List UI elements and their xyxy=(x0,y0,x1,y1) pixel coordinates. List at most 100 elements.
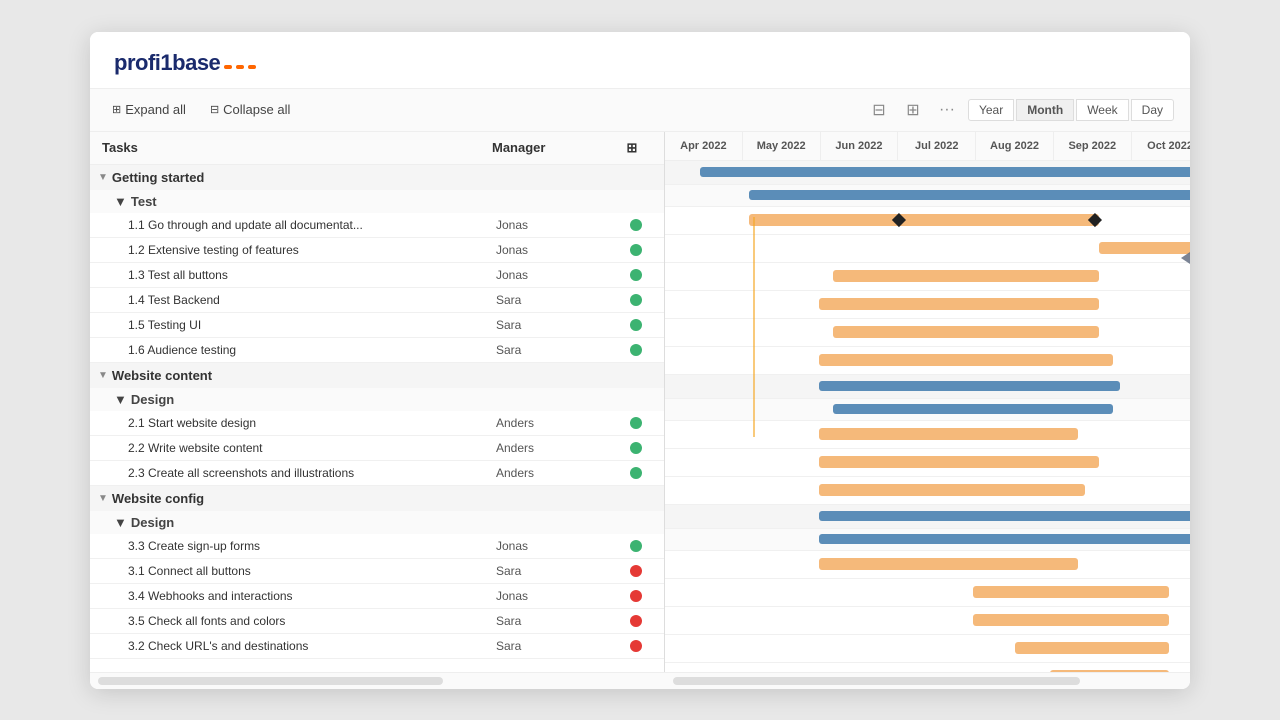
status-badge xyxy=(630,269,642,281)
task-table-header: Tasks Manager ⊞ xyxy=(90,132,664,165)
table-row: 1.1 Go through and update all documentat… xyxy=(90,213,664,238)
status-badge xyxy=(630,640,642,652)
filter-icon[interactable]: ⊟ xyxy=(866,97,892,123)
table-row: 2.2 Write website content Anders xyxy=(90,436,664,461)
manager-column-header: Manager xyxy=(492,140,612,155)
table-row: 3.1 Connect all buttons Sara xyxy=(90,559,664,584)
toolbar-left: ⊞ Expand all ⊟ Collapse all xyxy=(106,100,296,119)
status-column-header: ⊞ xyxy=(612,140,652,156)
expand-icon: ⊞ xyxy=(112,103,121,116)
task-name: 1.5 Testing UI xyxy=(128,318,496,332)
group-website-content[interactable]: ▼ Website content xyxy=(90,363,664,388)
task-manager: Sara xyxy=(496,343,616,357)
gantt-group-row xyxy=(665,505,1190,529)
task-name: 2.3 Create all screenshots and illustrat… xyxy=(128,466,496,480)
task-name: 1.3 Test all buttons xyxy=(128,268,496,282)
task-manager: Jonas xyxy=(496,539,616,553)
expand-all-label: Expand all xyxy=(125,102,186,117)
logo: profi1base xyxy=(114,50,1166,76)
gantt-task-row xyxy=(665,235,1190,263)
table-row: 3.3 Create sign-up forms Jonas xyxy=(90,534,664,559)
subgroup-arrow-icon: ▼ xyxy=(114,392,127,407)
subgroup-label: Design xyxy=(131,392,174,407)
table-row: 1.3 Test all buttons Jonas xyxy=(90,263,664,288)
task-manager: Anders xyxy=(496,416,616,430)
task-manager: Sara xyxy=(496,564,616,578)
status-badge xyxy=(630,615,642,627)
collapse-all-label: Collapse all xyxy=(223,102,290,117)
month-oct: Oct 2022 xyxy=(1132,132,1190,160)
subgroup-design-1[interactable]: ▼ Design xyxy=(90,388,664,411)
gantt-task-row xyxy=(665,347,1190,375)
subgroup-design-2[interactable]: ▼ Design xyxy=(90,511,664,534)
gantt-task-row xyxy=(665,477,1190,505)
status-badge xyxy=(630,565,642,577)
gantt-task-row xyxy=(665,263,1190,291)
month-may: May 2022 xyxy=(743,132,821,160)
table-row: 1.5 Testing UI Sara xyxy=(90,313,664,338)
task-manager: Jonas xyxy=(496,589,616,603)
task-name: 3.3 Create sign-up forms xyxy=(128,539,496,553)
task-manager: Anders xyxy=(496,441,616,455)
table-row: 2.3 Create all screenshots and illustrat… xyxy=(90,461,664,486)
task-manager: Anders xyxy=(496,466,616,480)
task-manager: Jonas xyxy=(496,243,616,257)
gantt-task-row xyxy=(665,207,1190,235)
group-arrow-icon: ▼ xyxy=(98,370,108,381)
month-view-button[interactable]: Month xyxy=(1016,99,1074,121)
group-arrow-icon: ▼ xyxy=(98,493,108,504)
more-options-icon[interactable]: ··· xyxy=(934,97,960,123)
gantt-group-row xyxy=(665,375,1190,399)
tasks-column-header: Tasks xyxy=(102,140,492,155)
gantt-task-row xyxy=(665,319,1190,347)
gantt-task-row xyxy=(665,551,1190,579)
logo-text: profi1base xyxy=(114,50,220,76)
collapse-all-button[interactable]: ⊟ Collapse all xyxy=(204,100,296,119)
table-row: 1.6 Audience testing Sara xyxy=(90,338,664,363)
status-icon: ⊞ xyxy=(627,140,638,155)
month-apr: Apr 2022 xyxy=(665,132,743,160)
group-getting-started[interactable]: ▼ Getting started xyxy=(90,165,664,190)
gantt-subgroup-row xyxy=(665,399,1190,421)
task-scroll[interactable] xyxy=(98,677,673,685)
task-name: 2.1 Start website design xyxy=(128,416,496,430)
layout-icon[interactable]: ⊞ xyxy=(900,97,926,123)
week-view-button[interactable]: Week xyxy=(1076,99,1128,121)
group-website-config[interactable]: ▼ Website config xyxy=(90,486,664,511)
group-label: Website config xyxy=(112,491,204,506)
day-view-button[interactable]: Day xyxy=(1131,99,1174,121)
status-badge xyxy=(630,244,642,256)
subgroup-label: Test xyxy=(131,194,157,209)
gantt-subgroup-row xyxy=(665,185,1190,207)
gantt-group-row xyxy=(665,161,1190,185)
status-badge xyxy=(630,219,642,231)
task-name: 1.6 Audience testing xyxy=(128,343,496,357)
task-manager: Jonas xyxy=(496,218,616,232)
gantt-task-row xyxy=(665,663,1190,672)
gantt-panel: Apr 2022 May 2022 Jun 2022 Jul 2022 Aug … xyxy=(665,132,1190,672)
gantt-task-row xyxy=(665,607,1190,635)
status-badge xyxy=(630,417,642,429)
task-name: 3.5 Check all fonts and colors xyxy=(128,614,496,628)
month-jun: Jun 2022 xyxy=(821,132,899,160)
task-name: 2.2 Write website content xyxy=(128,441,496,455)
task-name: 1.1 Go through and update all documentat… xyxy=(128,218,496,232)
subgroup-test[interactable]: ▼ Test xyxy=(90,190,664,213)
main-content: Tasks Manager ⊞ ▼ Getting started ▼ Test… xyxy=(90,132,1190,672)
year-view-button[interactable]: Year xyxy=(968,99,1014,121)
gantt-scroll[interactable] xyxy=(673,677,1182,685)
table-row: 3.5 Check all fonts and colors Sara xyxy=(90,609,664,634)
group-label: Website content xyxy=(112,368,212,383)
task-panel: Tasks Manager ⊞ ▼ Getting started ▼ Test… xyxy=(90,132,665,672)
month-sep: Sep 2022 xyxy=(1054,132,1132,160)
subgroup-arrow-icon: ▼ xyxy=(114,515,127,530)
view-toggle: Year Month Week Day xyxy=(968,99,1174,121)
expand-all-button[interactable]: ⊞ Expand all xyxy=(106,100,192,119)
status-badge xyxy=(630,442,642,454)
task-manager: Sara xyxy=(496,639,616,653)
table-row: 3.4 Webhooks and interactions Jonas xyxy=(90,584,664,609)
task-name: 3.2 Check URL's and destinations xyxy=(128,639,496,653)
status-badge xyxy=(630,540,642,552)
subgroup-arrow-icon: ▼ xyxy=(114,194,127,209)
status-badge xyxy=(630,590,642,602)
